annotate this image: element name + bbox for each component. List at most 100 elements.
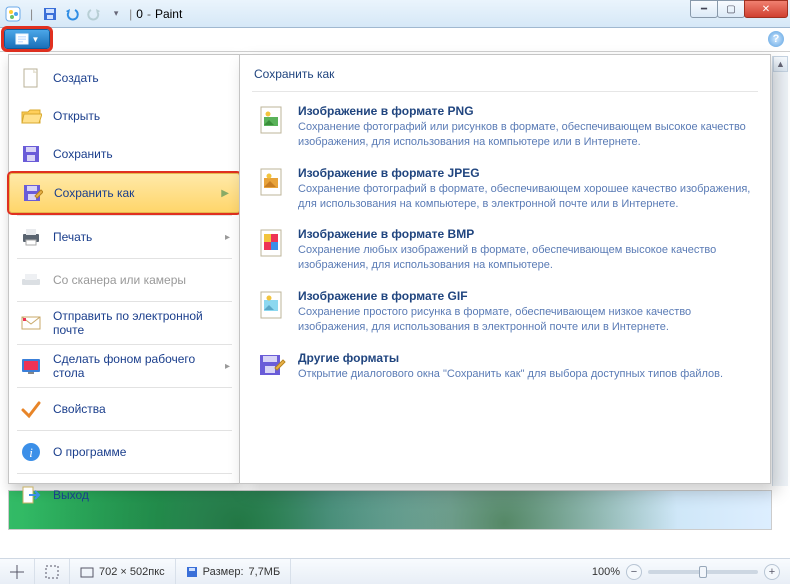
app-menu-button[interactable]: ▼ — [4, 29, 50, 49]
selection-size-icon — [45, 565, 59, 579]
checkmark-icon — [19, 397, 43, 421]
submenu-title: Сохранить как — [252, 63, 758, 85]
save-as-dialog-icon — [256, 351, 288, 383]
submenu-item-other-formats[interactable]: Другие форматы Открытие диалогового окна… — [252, 345, 758, 393]
scanner-icon — [19, 268, 43, 292]
menu-label: Сделать фоном рабочего стола — [53, 352, 215, 380]
svg-text:i: i — [29, 445, 33, 460]
ribbon-tabstrip: ▼ ? — [0, 28, 790, 52]
submenu-item-desc: Сохранение простого рисунка в формате, о… — [298, 305, 754, 335]
app-menu: Создать Открыть Сохранить Сохранить как … — [8, 54, 240, 484]
printer-icon — [19, 225, 43, 249]
window-controls: ━ ▢ ✕ — [691, 0, 788, 18]
menu-label: Со сканера или камеры — [53, 273, 230, 287]
paint-app-icon — [4, 5, 22, 23]
menu-item-save[interactable]: Сохранить — [9, 135, 240, 173]
menu-item-set-wallpaper[interactable]: Сделать фоном рабочего стола ▸ — [9, 347, 240, 385]
submenu-item-jpeg[interactable]: Изображение в формате JPEG Сохранение фо… — [252, 160, 758, 222]
save-disk-icon — [19, 142, 43, 166]
title-separator: | — [129, 7, 132, 21]
menu-label: Сохранить — [53, 147, 230, 161]
submenu-item-desc: Сохранение фотографий в формате, обеспеч… — [298, 182, 754, 212]
title-bar: | ▾ | 0 - Paint ━ ▢ ✕ — [0, 0, 790, 28]
menu-label: Выход — [53, 488, 230, 502]
submenu-chevron-icon: ▶ — [221, 188, 229, 199]
envelope-icon — [19, 311, 43, 335]
submenu-item-title: Изображение в формате PNG — [298, 104, 754, 118]
submenu-item-png[interactable]: Изображение в формате PNG Сохранение фот… — [252, 98, 758, 160]
title-dash: - — [147, 7, 151, 21]
zoom-control: 100% − + — [582, 564, 790, 580]
help-button[interactable]: ? — [768, 31, 784, 47]
gif-file-icon — [256, 289, 288, 321]
zoom-slider[interactable] — [648, 570, 758, 574]
exit-icon — [19, 483, 43, 507]
submenu-item-title: Изображение в формате BMP — [298, 227, 754, 241]
menu-item-properties[interactable]: Свойства — [9, 390, 240, 428]
submenu-chevron-icon: ▸ — [225, 361, 230, 372]
menu-item-open[interactable]: Открыть — [9, 97, 240, 135]
zoom-out-button[interactable]: − — [626, 564, 642, 580]
maximize-button[interactable]: ▢ — [717, 0, 745, 18]
save-icon[interactable] — [41, 5, 59, 23]
menu-label: Печать — [53, 230, 215, 244]
save-as-submenu: Сохранить как Изображение в формате PNG … — [239, 54, 771, 484]
submenu-item-gif[interactable]: Изображение в формате GIF Сохранение про… — [252, 283, 758, 345]
dimensions-text: 702 × 502пкс — [99, 566, 165, 578]
submenu-item-desc: Сохранение фотографий или рисунков в фор… — [298, 120, 754, 150]
open-folder-icon — [19, 104, 43, 128]
submenu-item-desc: Сохранение любых изображений в формате, … — [298, 243, 754, 273]
menu-item-new[interactable]: Создать — [9, 59, 240, 97]
app-title: Paint — [155, 7, 182, 21]
info-icon: i — [19, 440, 43, 464]
qat-separator: | — [30, 7, 33, 21]
jpeg-file-icon — [256, 166, 288, 198]
menu-item-exit[interactable]: Выход — [9, 476, 240, 514]
cursor-position-icon — [10, 565, 24, 579]
menu-item-about[interactable]: i О программе — [9, 433, 240, 471]
submenu-item-desc: Открытие диалогового окна "Сохранить как… — [298, 367, 723, 382]
submenu-chevron-icon: ▸ — [225, 232, 230, 243]
zoom-in-button[interactable]: + — [764, 564, 780, 580]
document-icon — [15, 33, 29, 45]
desktop-wallpaper-icon — [19, 354, 43, 378]
save-as-icon — [20, 181, 44, 205]
menu-label: Сохранить как — [54, 186, 211, 200]
size-label: Размер: — [203, 566, 244, 578]
status-selection-cell — [35, 559, 70, 584]
qat-customize-icon[interactable]: ▾ — [107, 5, 125, 23]
submenu-item-bmp[interactable]: Изображение в формате BMP Сохранение люб… — [252, 221, 758, 283]
png-file-icon — [256, 104, 288, 136]
submenu-item-title: Изображение в формате JPEG — [298, 166, 754, 180]
redo-icon[interactable] — [85, 5, 103, 23]
menu-label: О программе — [53, 445, 230, 459]
status-cursor-cell — [0, 559, 35, 584]
menu-item-save-as[interactable]: Сохранить как ▶ — [9, 173, 240, 213]
quick-access-toolbar: | ▾ — [4, 5, 125, 23]
menu-label: Свойства — [53, 402, 230, 416]
submenu-item-title: Изображение в формате GIF — [298, 289, 754, 303]
close-button[interactable]: ✕ — [744, 0, 788, 18]
dimensions-icon — [80, 565, 94, 579]
dropdown-caret-icon: ▼ — [32, 35, 40, 44]
undo-icon[interactable] — [63, 5, 81, 23]
menu-item-scanner: Со сканера или камеры — [9, 261, 240, 299]
status-dimensions-cell: 702 × 502пкс — [70, 559, 176, 584]
menu-item-print[interactable]: Печать ▸ — [9, 218, 240, 256]
menu-label: Создать — [53, 71, 230, 85]
size-value: 7,7МБ — [249, 566, 281, 578]
menu-label: Открыть — [53, 109, 230, 123]
disk-icon — [186, 566, 198, 578]
vertical-scrollbar[interactable]: ▲ — [772, 56, 788, 486]
document-title: 0 — [136, 7, 143, 21]
menu-label: Отправить по электронной почте — [53, 309, 230, 337]
new-file-icon — [19, 66, 43, 90]
submenu-item-title: Другие форматы — [298, 351, 723, 365]
status-bar: 702 × 502пкс Размер: 7,7МБ 100% − + — [0, 558, 790, 584]
scroll-up-icon[interactable]: ▲ — [773, 56, 788, 72]
minimize-button[interactable]: ━ — [690, 0, 718, 18]
zoom-slider-thumb[interactable] — [699, 566, 707, 578]
zoom-level-text: 100% — [592, 566, 620, 578]
bmp-file-icon — [256, 227, 288, 259]
menu-item-email[interactable]: Отправить по электронной почте — [9, 304, 240, 342]
